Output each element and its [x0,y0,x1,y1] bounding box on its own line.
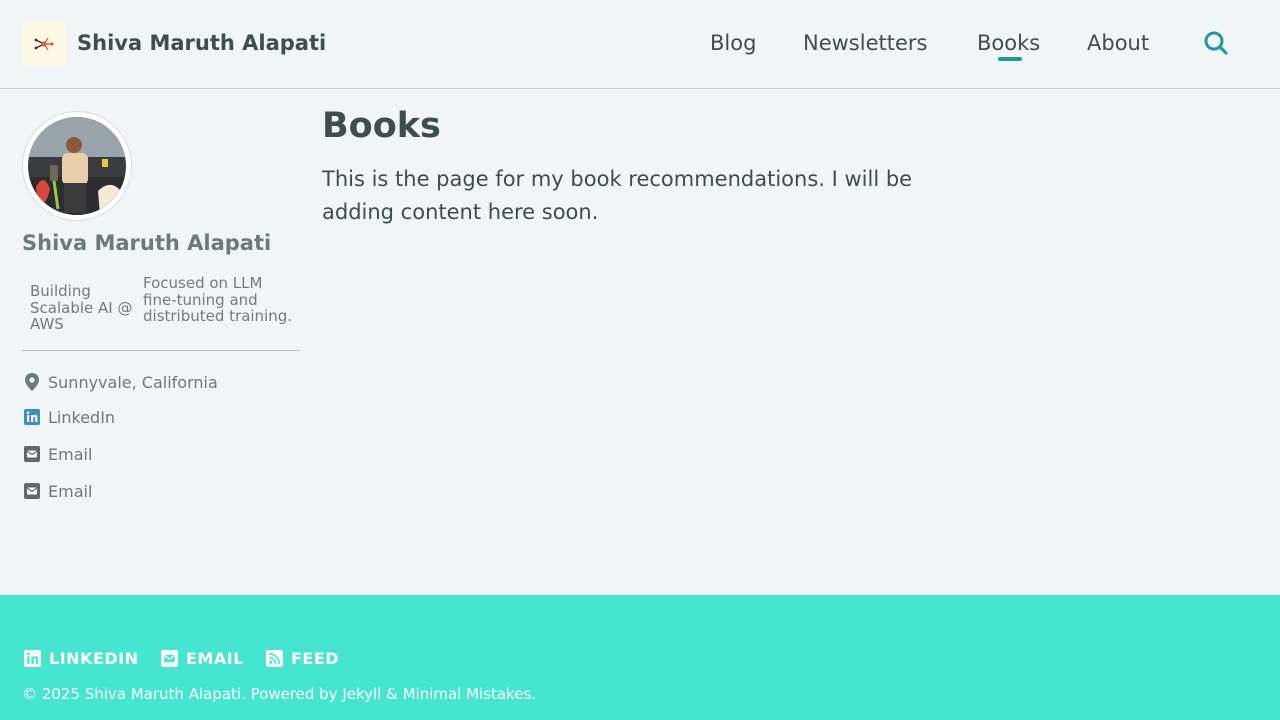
linkedin-icon [23,649,41,667]
linkedin-icon [22,407,42,427]
email-icon [22,444,42,464]
nav-blog[interactable]: Blog [710,31,756,55]
email-icon [160,649,178,667]
map-marker-icon [22,372,42,392]
footer-copyright: © 2025 Shiva Maruth Alapati. Powered by … [22,685,537,703]
footer-link-label: EMAIL [186,648,244,668]
search-icon [1204,31,1228,55]
sidebar-link-email-2[interactable]: Email [22,480,92,502]
sidebar-divider [22,350,300,351]
author-bio-focus: Focused on LLM fine-tuning and distribut… [143,274,293,325]
sidebar-link-label: LinkedIn [48,407,116,427]
page-content: This is the page for my book recommendat… [322,167,913,224]
sidebar-link-email-1[interactable]: Email [22,443,92,465]
nav-books[interactable]: Books [977,31,1040,55]
author-location-text: Sunnyvale, California [48,372,218,392]
author-location: Sunnyvale, California [22,371,218,393]
nav-about[interactable]: About [1087,31,1149,55]
nav-newsletters[interactable]: Newsletters [803,31,927,55]
author-bio-tagline: Building Scalable AI @ AWS [30,282,133,333]
site-title[interactable]: Shiva Maruth Alapati [77,31,326,55]
sidebar-link-label: Email [48,481,93,501]
page-title: Books [322,106,441,146]
email-icon [22,481,42,501]
search-button[interactable] [1202,29,1230,57]
sidebar-link-linkedin[interactable]: LinkedIn [22,406,115,428]
footer-link-label: FEED [291,648,340,668]
site-logo[interactable] [22,22,66,66]
footer-link-label: LINKEDIN [49,648,139,668]
author-photo [28,117,126,215]
author-avatar [22,111,132,221]
sidebar-link-label: Email [48,444,93,464]
footer-link-feed[interactable]: FEED [265,648,339,668]
footer-link-linkedin[interactable]: LINKEDIN [23,648,139,668]
author-name: Shiva Maruth Alapati [22,231,272,255]
footer-link-email[interactable]: EMAIL [160,648,244,668]
nav-active-indicator [998,57,1022,61]
masthead: Shiva Maruth Alapati Blog Newsletters Bo… [0,0,1280,89]
network-nodes-logo-icon [34,37,54,51]
rss-feed-icon [265,649,283,667]
